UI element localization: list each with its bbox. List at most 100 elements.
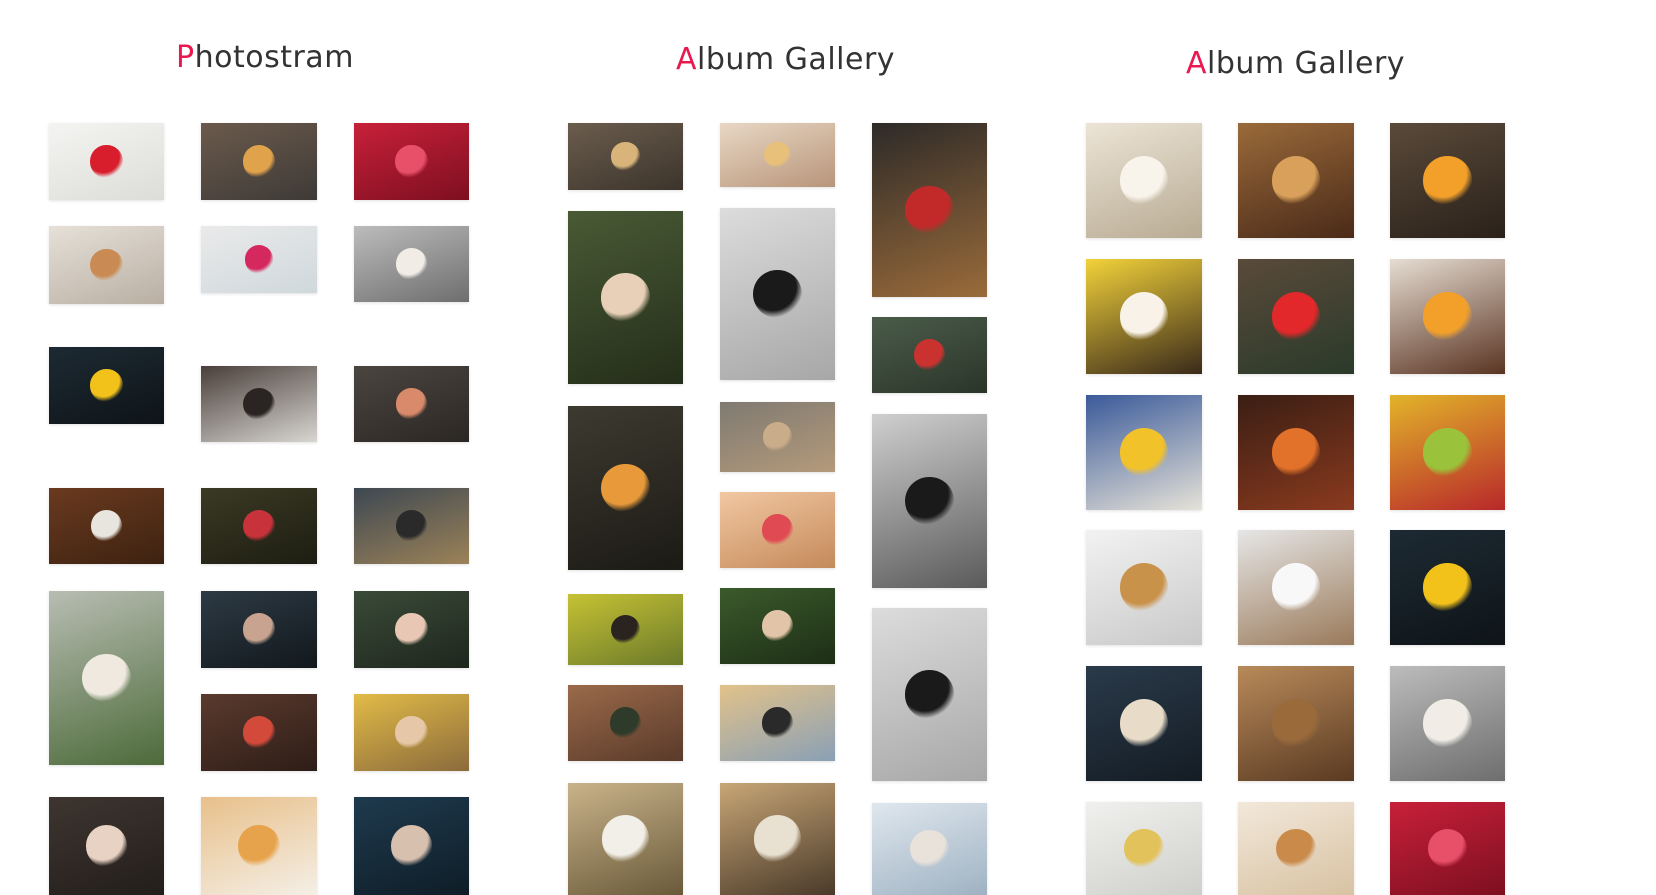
photo-subject	[601, 463, 650, 513]
photo-subject	[761, 610, 794, 642]
photo-subject	[1423, 428, 1472, 477]
photo-thumb[interactable]	[720, 492, 835, 568]
photo-thumb[interactable]	[1390, 259, 1505, 374]
photo-subject	[1271, 699, 1321, 748]
photo-thumb[interactable]	[720, 783, 835, 895]
photo-thumb[interactable]	[720, 123, 835, 187]
photo-thumb[interactable]	[568, 406, 683, 570]
photo-subject	[1119, 292, 1169, 341]
photo-thumb[interactable]	[720, 588, 835, 664]
photo-subject	[753, 815, 801, 863]
photo-thumb[interactable]	[872, 123, 987, 297]
photo-subject	[82, 653, 131, 703]
photo-thumb[interactable]	[568, 783, 683, 895]
photo-subject	[601, 273, 650, 322]
photo-thumb[interactable]	[201, 226, 317, 293]
photo-thumb[interactable]	[872, 414, 987, 588]
photo-thumb[interactable]	[1086, 123, 1202, 238]
photo-thumb[interactable]	[720, 402, 835, 472]
photostream-section: Photostram	[0, 0, 540, 895]
photo-thumb[interactable]	[201, 488, 317, 564]
photo-subject	[601, 815, 649, 863]
photo-subject	[1423, 292, 1472, 341]
photo-subject	[90, 145, 123, 178]
photo-subject	[1423, 563, 1472, 612]
photo-thumb[interactable]	[354, 591, 469, 668]
photo-thumb[interactable]	[1390, 666, 1505, 781]
photo-thumb[interactable]	[49, 347, 164, 424]
photo-thumb[interactable]	[354, 123, 469, 200]
photo-thumb[interactable]	[1086, 395, 1202, 510]
album-gallery-title: Album Gallery	[1186, 46, 1405, 81]
photo-thumb[interactable]	[1390, 123, 1505, 238]
photo-subject	[238, 825, 280, 867]
photo-thumb[interactable]	[354, 694, 469, 771]
photo-thumb[interactable]	[201, 797, 317, 895]
photo-thumb[interactable]	[201, 591, 317, 668]
photo-subject	[242, 613, 276, 646]
photo-thumb[interactable]	[1238, 530, 1354, 645]
photo-thumb[interactable]	[568, 685, 683, 761]
photo-subject	[1423, 699, 1472, 748]
photo-thumb[interactable]	[568, 594, 683, 665]
photo-thumb[interactable]	[201, 366, 317, 442]
photo-thumb[interactable]	[1390, 395, 1505, 510]
photo-subject	[395, 388, 428, 420]
photo-subject	[90, 248, 123, 282]
photo-subject	[761, 514, 794, 546]
photo-subject	[609, 707, 642, 739]
photo-subject	[762, 422, 793, 452]
photo-subject	[1119, 428, 1169, 477]
photo-thumb[interactable]	[568, 211, 683, 384]
photo-subject	[1119, 563, 1169, 612]
photo-subject	[1271, 563, 1321, 612]
photo-subject	[395, 145, 428, 178]
photo-thumb[interactable]	[872, 803, 987, 895]
photo-thumb[interactable]	[720, 208, 835, 380]
photo-subject	[243, 388, 275, 420]
photo-thumb[interactable]	[1086, 802, 1202, 895]
photo-thumb[interactable]	[872, 317, 987, 393]
photo-thumb[interactable]	[1390, 530, 1505, 645]
photo-subject	[395, 248, 428, 280]
photo-subject	[905, 185, 954, 235]
title-text: lbum Gallery	[1207, 46, 1406, 81]
photo-thumb[interactable]	[568, 123, 683, 190]
photo-thumb[interactable]	[1086, 259, 1202, 374]
photo-subject	[1427, 828, 1468, 869]
photo-thumb[interactable]	[49, 488, 164, 564]
photo-thumb[interactable]	[354, 488, 469, 564]
photo-thumb[interactable]	[354, 797, 469, 895]
photo-subject	[395, 613, 428, 646]
photo-thumb[interactable]	[1086, 530, 1202, 645]
photo-thumb[interactable]	[1390, 802, 1505, 895]
photo-thumb[interactable]	[720, 685, 835, 761]
photo-subject	[395, 510, 428, 542]
photo-subject	[913, 339, 946, 371]
photo-subject	[910, 829, 949, 869]
title-text: hotostram	[194, 40, 354, 75]
photo-thumb[interactable]	[872, 608, 987, 781]
photo-thumb[interactable]	[354, 366, 469, 442]
title-accent-letter: A	[676, 42, 698, 77]
photo-thumb[interactable]	[1238, 666, 1354, 781]
photo-thumb[interactable]	[1238, 395, 1354, 510]
photo-thumb[interactable]	[49, 591, 164, 765]
photo-thumb[interactable]	[49, 123, 164, 200]
photo-subject	[90, 369, 123, 402]
photo-subject	[395, 716, 428, 749]
photo-subject	[242, 716, 276, 749]
photo-thumb[interactable]	[201, 123, 317, 200]
photo-subject	[1271, 156, 1321, 205]
photo-thumb[interactable]	[1238, 259, 1354, 374]
photo-thumb[interactable]	[49, 226, 164, 304]
photo-subject	[1276, 828, 1316, 869]
photo-thumb[interactable]	[49, 797, 164, 895]
photo-subject	[1119, 156, 1169, 205]
photo-thumb[interactable]	[354, 226, 469, 302]
photo-thumb[interactable]	[1238, 802, 1354, 895]
photo-thumb[interactable]	[201, 694, 317, 771]
photo-thumb[interactable]	[1086, 666, 1202, 781]
photo-subject	[1119, 699, 1169, 748]
photo-thumb[interactable]	[1238, 123, 1354, 238]
